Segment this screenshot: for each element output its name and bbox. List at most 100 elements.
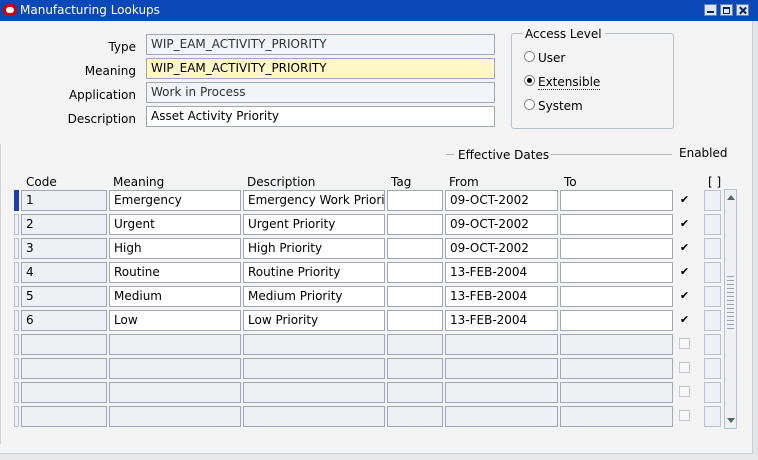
- row-selector[interactable]: [14, 310, 19, 331]
- maximize-icon[interactable]: [720, 4, 733, 16]
- cell-from[interactable]: 09-OCT-2002: [445, 238, 558, 259]
- cell-code[interactable]: 2: [21, 214, 107, 235]
- descriptive-flexfield-cell[interactable]: [704, 406, 721, 427]
- cell-from[interactable]: 13-FEB-2004: [445, 262, 558, 283]
- cell-to[interactable]: [560, 334, 673, 355]
- enabled-checkbox[interactable]: [679, 386, 690, 397]
- cell-meaning[interactable]: Medium: [109, 286, 241, 307]
- cell-description[interactable]: Low Priority: [243, 310, 385, 331]
- cell-tag[interactable]: [387, 190, 443, 211]
- cell-meaning[interactable]: [109, 382, 241, 403]
- scroll-grip[interactable]: [727, 276, 734, 332]
- descriptive-flexfield-cell[interactable]: [704, 214, 721, 235]
- type-field[interactable]: WIP_EAM_ACTIVITY_PRIORITY: [146, 34, 495, 55]
- cell-code[interactable]: [21, 358, 107, 379]
- enabled-checkbox[interactable]: [679, 410, 690, 421]
- descriptive-flexfield-cell[interactable]: [704, 190, 721, 211]
- cell-meaning[interactable]: [109, 406, 241, 427]
- cell-meaning[interactable]: Emergency: [109, 190, 241, 211]
- row-selector[interactable]: [14, 286, 19, 307]
- cell-from[interactable]: [445, 406, 558, 427]
- application-field[interactable]: Work in Process: [146, 82, 495, 103]
- enabled-checkbox-checked[interactable]: ✔: [679, 194, 690, 205]
- cell-to[interactable]: [560, 358, 673, 379]
- descriptive-flexfield-cell[interactable]: [704, 238, 721, 259]
- cell-meaning[interactable]: Routine: [109, 262, 241, 283]
- cell-to[interactable]: [560, 382, 673, 403]
- row-selector[interactable]: [14, 334, 19, 355]
- cell-description[interactable]: [243, 382, 385, 403]
- cell-tag[interactable]: [387, 334, 443, 355]
- cell-tag[interactable]: [387, 382, 443, 403]
- cell-description[interactable]: Routine Priority: [243, 262, 385, 283]
- cell-code[interactable]: 3: [21, 238, 107, 259]
- access-system-radio[interactable]: System: [524, 99, 583, 113]
- cell-tag[interactable]: [387, 406, 443, 427]
- cell-tag[interactable]: [387, 214, 443, 235]
- table-vertical-scrollbar[interactable]: [724, 189, 737, 429]
- cell-tag[interactable]: [387, 286, 443, 307]
- cell-to[interactable]: [560, 214, 673, 235]
- meaning-field[interactable]: WIP_EAM_ACTIVITY_PRIORITY: [146, 58, 495, 79]
- window-titlebar[interactable]: Manufacturing Lookups: [0, 0, 758, 21]
- cell-from[interactable]: [445, 382, 558, 403]
- cell-to[interactable]: [560, 262, 673, 283]
- cell-description[interactable]: [243, 358, 385, 379]
- cell-description[interactable]: Emergency Work Priori: [243, 190, 385, 211]
- cell-code[interactable]: 4: [21, 262, 107, 283]
- row-selector[interactable]: [14, 214, 19, 235]
- row-selector[interactable]: [14, 406, 19, 427]
- cell-description[interactable]: [243, 406, 385, 427]
- cell-tag[interactable]: [387, 238, 443, 259]
- cell-from[interactable]: 09-OCT-2002: [445, 214, 558, 235]
- cell-to[interactable]: [560, 310, 673, 331]
- enabled-checkbox[interactable]: [679, 362, 690, 373]
- close-icon[interactable]: [736, 4, 749, 16]
- cell-from[interactable]: [445, 358, 558, 379]
- row-selector[interactable]: [14, 238, 19, 259]
- cell-to[interactable]: [560, 286, 673, 307]
- descriptive-flexfield-cell[interactable]: [704, 358, 721, 379]
- enabled-checkbox-checked[interactable]: ✔: [679, 266, 690, 277]
- descriptive-flexfield-cell[interactable]: [704, 286, 721, 307]
- cell-code[interactable]: 5: [21, 286, 107, 307]
- cell-code[interactable]: [21, 406, 107, 427]
- descriptive-flexfield-cell[interactable]: [704, 262, 721, 283]
- scroll-down-icon[interactable]: [727, 418, 735, 423]
- cell-to[interactable]: [560, 190, 673, 211]
- cell-from[interactable]: 13-FEB-2004: [445, 310, 558, 331]
- cell-from[interactable]: 13-FEB-2004: [445, 286, 558, 307]
- enabled-checkbox[interactable]: [679, 338, 690, 349]
- cell-tag[interactable]: [387, 262, 443, 283]
- cell-from[interactable]: [445, 334, 558, 355]
- cell-description[interactable]: [243, 334, 385, 355]
- descriptive-flexfield-cell[interactable]: [704, 382, 721, 403]
- cell-code[interactable]: 1: [21, 190, 107, 211]
- row-selector[interactable]: [14, 358, 19, 379]
- enabled-checkbox-checked[interactable]: ✔: [679, 314, 690, 325]
- descriptive-flexfield-cell[interactable]: [704, 310, 721, 331]
- description-field[interactable]: Asset Activity Priority: [146, 106, 495, 127]
- cell-meaning[interactable]: High: [109, 238, 241, 259]
- cell-tag[interactable]: [387, 358, 443, 379]
- cell-code[interactable]: [21, 382, 107, 403]
- cell-meaning[interactable]: Low: [109, 310, 241, 331]
- current-row-indicator[interactable]: [14, 190, 19, 211]
- cell-meaning[interactable]: [109, 358, 241, 379]
- scroll-up-icon[interactable]: [727, 195, 735, 200]
- cell-from[interactable]: 09-OCT-2002: [445, 190, 558, 211]
- cell-to[interactable]: [560, 406, 673, 427]
- cell-description[interactable]: Medium Priority: [243, 286, 385, 307]
- access-extensible-radio[interactable]: Extensible: [524, 75, 601, 90]
- cell-code[interactable]: 6: [21, 310, 107, 331]
- cell-tag[interactable]: [387, 310, 443, 331]
- enabled-checkbox-checked[interactable]: ✔: [679, 242, 690, 253]
- row-selector[interactable]: [14, 262, 19, 283]
- enabled-checkbox-checked[interactable]: ✔: [679, 218, 690, 229]
- cell-code[interactable]: [21, 334, 107, 355]
- cell-description[interactable]: Urgent Priority: [243, 214, 385, 235]
- enabled-checkbox-checked[interactable]: ✔: [679, 290, 690, 301]
- row-selector[interactable]: [14, 382, 19, 403]
- cell-to[interactable]: [560, 238, 673, 259]
- cell-meaning[interactable]: Urgent: [109, 214, 241, 235]
